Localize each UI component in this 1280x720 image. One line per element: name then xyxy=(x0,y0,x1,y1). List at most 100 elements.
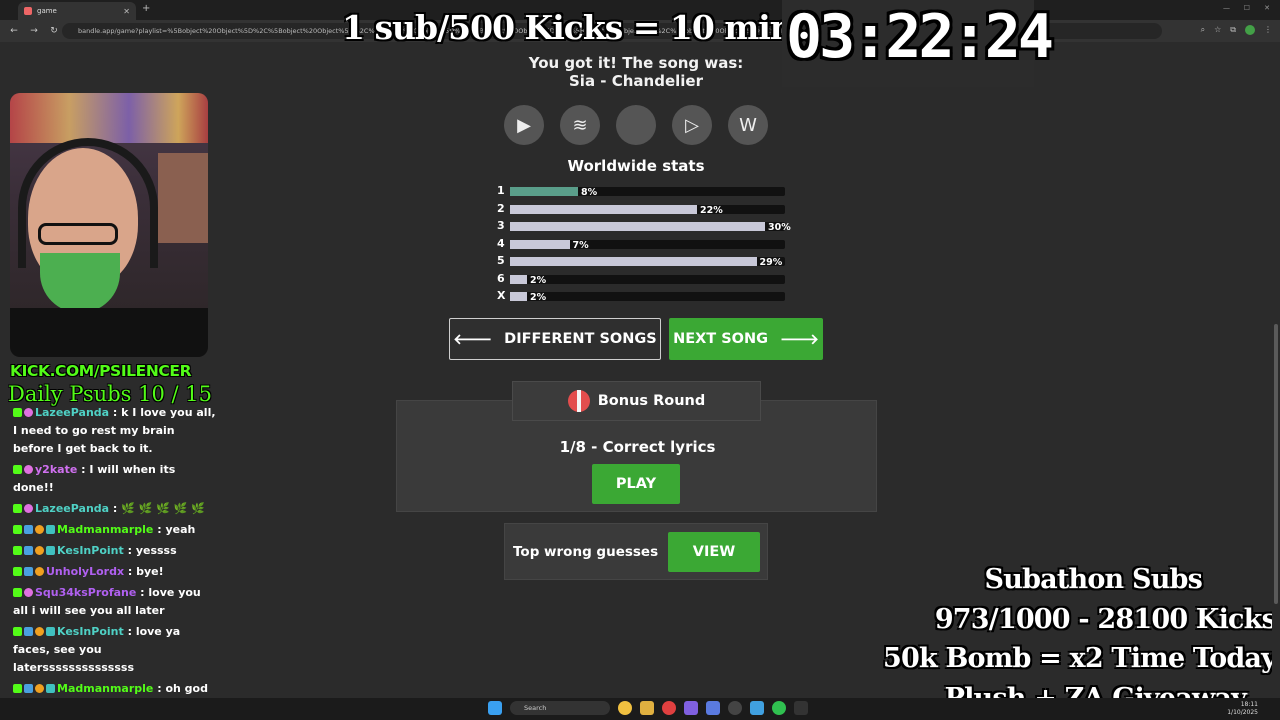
zoom-icon[interactable]: ⌕ xyxy=(1201,25,1205,35)
wikipedia-icon[interactable]: W xyxy=(728,105,768,145)
browser-tab[interactable]: game ✕ xyxy=(18,2,136,20)
chat-separator: : xyxy=(109,406,122,419)
stat-track: 22% xyxy=(510,204,785,216)
chat-badge-icon xyxy=(13,504,22,513)
spotify-taskbar-icon[interactable] xyxy=(772,701,786,715)
chat-badge-icon xyxy=(24,684,33,693)
app-icon[interactable] xyxy=(684,701,698,715)
next-song-label: NEXT SONG xyxy=(673,331,769,347)
page-scrollbar[interactable] xyxy=(1272,42,1280,698)
chat-badge-icon xyxy=(24,504,33,513)
chat-badge-icon xyxy=(46,627,55,636)
back-icon[interactable]: ← xyxy=(8,26,20,36)
chat-text: bye! xyxy=(136,565,164,578)
bookmark-star-icon[interactable]: ☆ xyxy=(1214,25,1221,35)
windows-start-icon[interactable] xyxy=(488,701,502,715)
stat-bar xyxy=(510,204,697,214)
result-message: You got it! The song was: xyxy=(528,54,744,72)
chat-badge-icon xyxy=(35,567,44,576)
close-window-icon[interactable]: ✕ xyxy=(1264,4,1270,12)
taskbar-search[interactable]: Search xyxy=(510,701,610,715)
webcam-feed xyxy=(10,93,208,357)
youtube-icon[interactable]: ▶ xyxy=(504,105,544,145)
stat-track: 2% xyxy=(510,292,785,303)
chat-separator: : xyxy=(77,463,90,476)
scrollbar-thumb[interactable] xyxy=(1274,324,1278,604)
stat-label: 4 xyxy=(497,236,505,250)
subathon-line: 973/1000 - 28100 Kicks xyxy=(934,603,1277,635)
profile-avatar[interactable] xyxy=(1245,25,1255,35)
next-song-button[interactable]: NEXT SONG 🡒 xyxy=(669,318,823,360)
stat-percent: 2% xyxy=(530,292,547,303)
chrome-icon[interactable] xyxy=(662,701,676,715)
chat-username[interactable]: UnholyLordx xyxy=(46,565,124,578)
chat-username[interactable]: Madmanmarple xyxy=(57,682,153,695)
chat-badge-icon xyxy=(24,627,33,636)
stat-track: 29% xyxy=(510,257,785,268)
stat-bar xyxy=(510,257,757,266)
taskbar-clock[interactable]: 18:11 1/10/2025 xyxy=(1227,701,1258,717)
chat-badge-icon xyxy=(35,627,44,636)
chat-message: LazeePanda : 🌿 🌿 🌿 🌿 🌿 xyxy=(13,500,218,518)
different-songs-button[interactable]: 🡐 DIFFERENT SONGS xyxy=(449,318,661,360)
chat-username[interactable]: y2kate xyxy=(35,463,77,476)
chat-badge-icon xyxy=(13,627,22,636)
chat-badge-icon xyxy=(46,684,55,693)
chat-badge-icon xyxy=(13,567,22,576)
stat-track: 30% xyxy=(510,222,791,233)
stat-percent: 7% xyxy=(572,239,589,251)
chat-badge-icon xyxy=(13,546,22,555)
forward-icon[interactable]: → xyxy=(28,26,40,36)
file-explorer-icon[interactable] xyxy=(640,701,654,715)
stat-percent: 2% xyxy=(530,274,547,286)
chat-username[interactable]: LazeePanda xyxy=(35,406,109,419)
chat-badge-icon xyxy=(35,684,44,693)
chat-badge-icon xyxy=(13,588,22,597)
extensions-icon[interactable]: ⧉ xyxy=(1230,25,1236,35)
bonus-round-label: Bonus Round xyxy=(597,393,706,409)
obs-icon[interactable] xyxy=(728,701,742,715)
reload-icon[interactable]: ↻ xyxy=(48,26,60,36)
stat-bar xyxy=(510,292,527,301)
apple-icon[interactable] xyxy=(616,105,656,145)
chat-badge-icon xyxy=(24,408,33,417)
stat-label: 5 xyxy=(497,254,505,267)
widgets-icon[interactable] xyxy=(618,701,632,715)
new-tab-icon[interactable]: + xyxy=(142,3,150,14)
tab-title: game xyxy=(37,7,57,15)
spotify-icon[interactable]: ≋ xyxy=(560,105,600,145)
telegram-icon[interactable] xyxy=(750,701,764,715)
menu-icon[interactable]: ⋮ xyxy=(1264,25,1272,35)
channel-url: KICK.COM/PSILENCER xyxy=(10,362,192,380)
chat-username[interactable]: LazeePanda xyxy=(35,502,109,515)
streaming-services: ▶ ≋ ▷ W xyxy=(504,105,768,145)
maximize-icon[interactable]: ☐ xyxy=(1244,4,1250,12)
chat-badge-icon xyxy=(13,525,22,534)
chat-message: KesInPoint : love ya faces, see you late… xyxy=(13,623,218,677)
chat-badge-icon xyxy=(46,546,55,555)
chat-username[interactable]: KesInPoint xyxy=(57,544,124,557)
play-label: PLAY xyxy=(615,476,657,492)
chat-message: Madmanmarple : yeah xyxy=(13,521,218,539)
minimize-icon[interactable]: — xyxy=(1223,4,1230,12)
view-button[interactable]: VIEW xyxy=(668,532,760,572)
chat-message: UnholyLordx : bye! xyxy=(13,563,218,581)
app-icon[interactable] xyxy=(794,701,808,715)
play-button[interactable]: PLAY xyxy=(592,464,680,504)
arrow-right-icon: 🡒 xyxy=(780,331,819,348)
stat-label: X xyxy=(497,289,506,302)
subathon-overlay: Subathon Subs 973/1000 - 28100 Kicks 50k… xyxy=(883,560,1277,718)
stat-label: 1 xyxy=(497,184,505,197)
chat-badge-icon xyxy=(35,546,44,555)
chat-badge-icon xyxy=(46,525,55,534)
stat-percent: 30% xyxy=(768,222,791,233)
chat-username[interactable]: KesInPoint xyxy=(57,625,124,638)
tab-close-icon[interactable]: ✕ xyxy=(123,7,130,16)
play-icon[interactable]: ▷ xyxy=(672,105,712,145)
chat-username[interactable]: Squ34ksProfane xyxy=(35,586,136,599)
stat-track: 2% xyxy=(510,274,785,286)
daily-psubs-counter: Daily Psubs 10 / 15 xyxy=(8,382,212,406)
discord-icon[interactable] xyxy=(706,701,720,715)
chat-separator: : xyxy=(123,625,136,638)
chat-username[interactable]: Madmanmarple xyxy=(57,523,153,536)
